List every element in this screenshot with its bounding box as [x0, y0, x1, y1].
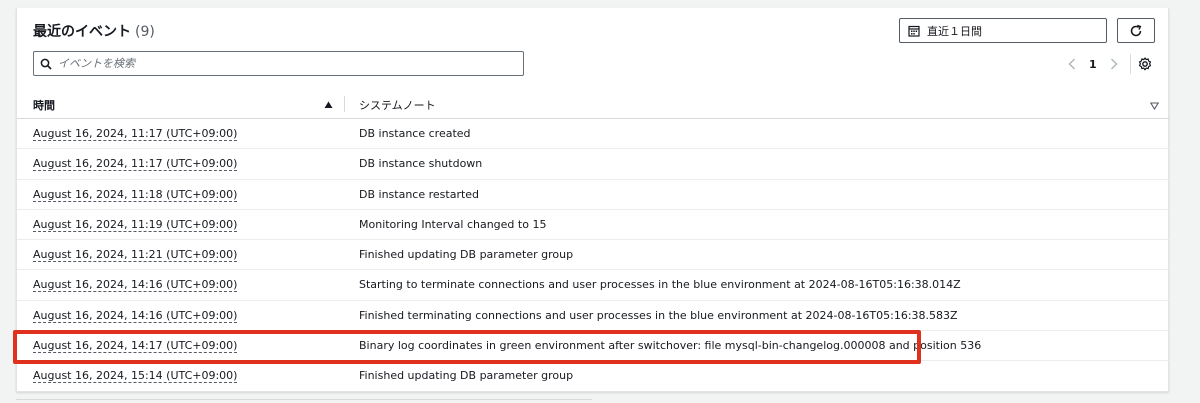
event-time[interactable]: August 16, 2024, 14:17 (UTC+09:00): [33, 339, 238, 354]
chevron-right-icon: [1110, 58, 1118, 70]
event-time[interactable]: August 16, 2024, 11:19 (UTC+09:00): [33, 218, 238, 232]
event-note: DB instance restarted: [359, 187, 480, 201]
event-time[interactable]: August 16, 2024, 11:21 (UTC+09:00): [33, 248, 238, 263]
event-note: Finished updating DB parameter group: [359, 248, 574, 262]
sort-ascending-icon[interactable]: [324, 99, 333, 112]
bottom-divider: [16, 399, 592, 400]
event-note: Finished updating DB parameter group: [359, 369, 574, 383]
event-note: Starting to terminate connections and us…: [359, 278, 961, 292]
current-page[interactable]: 1: [1089, 58, 1097, 71]
event-time[interactable]: August 16, 2024, 11:17 (UTC+09:00): [33, 157, 238, 172]
sort-descending-icon[interactable]: [1149, 100, 1160, 113]
search-input[interactable]: [58, 57, 498, 70]
table-header: 時間 システムノート: [17, 89, 1170, 119]
refresh-icon: [1130, 24, 1142, 36]
event-time[interactable]: August 16, 2024, 14:16 (UTC+09:00): [33, 278, 238, 293]
pagination: 1: [1065, 54, 1131, 74]
event-note: Binary log coordinates in green environm…: [359, 339, 982, 353]
column-divider[interactable]: [344, 96, 345, 112]
event-count: (9): [135, 24, 155, 40]
table-row: August 16, 2024, 14:16 (UTC+09:00) Finis…: [17, 301, 1170, 332]
events-table: 時間 システムノート August 16, 2024, 11:17 (UTC+0…: [17, 89, 1170, 392]
event-time[interactable]: August 16, 2024, 11:18 (UTC+09:00): [33, 188, 238, 202]
search-field[interactable]: [33, 51, 524, 76]
date-range-button[interactable]: 直近１日間: [899, 18, 1107, 43]
event-note: DB instance created: [359, 127, 471, 140]
table-row: August 16, 2024, 11:18 (UTC+09:00) DB in…: [17, 180, 1170, 210]
table-row: August 16, 2024, 14:17 (UTC+09:00) Binar…: [17, 331, 1170, 362]
event-note: DB instance shutdown: [359, 157, 483, 171]
panel-title: 最近のイベント (9): [33, 21, 155, 41]
calendar-icon: [908, 25, 920, 37]
table-row: August 16, 2024, 15:14 (UTC+09:00) Finis…: [17, 361, 1170, 391]
event-note: Finished terminating connections and use…: [359, 308, 958, 322]
event-time[interactable]: August 16, 2024, 15:14 (UTC+09:00): [33, 369, 238, 384]
column-header-time[interactable]: 時間: [33, 97, 55, 113]
previous-page-button[interactable]: [1065, 58, 1079, 70]
event-time[interactable]: August 16, 2024, 14:16 (UTC+09:00): [33, 309, 238, 323]
event-time[interactable]: August 16, 2024, 11:17 (UTC+09:00): [33, 127, 238, 141]
column-header-system-note[interactable]: システムノート: [359, 97, 436, 113]
table-row: August 16, 2024, 11:21 (UTC+09:00) Finis…: [17, 240, 1170, 271]
date-range-label: 直近１日間: [927, 24, 982, 38]
refresh-button[interactable]: [1117, 18, 1155, 43]
gear-icon: [1138, 57, 1152, 71]
table-row: August 16, 2024, 11:17 (UTC+09:00) DB in…: [17, 119, 1170, 150]
recent-events-panel: 最近のイベント(9) 直近１日間 1: [16, 8, 1170, 392]
chevron-left-icon: [1068, 58, 1075, 70]
event-note: Monitoring Interval changed to 15: [359, 217, 547, 231]
table-row: August 16, 2024, 11:19 (UTC+09:00) Monit…: [17, 210, 1170, 241]
pager-divider: [1129, 54, 1131, 74]
next-page-button[interactable]: [1107, 58, 1121, 70]
preferences-button[interactable]: [1138, 56, 1152, 75]
table-row: August 16, 2024, 14:16 (UTC+09:00) Start…: [17, 270, 1170, 301]
panel-title-text: 最近のイベント: [33, 24, 131, 40]
search-icon: [40, 58, 52, 70]
table-row: August 16, 2024, 11:17 (UTC+09:00) DB in…: [17, 149, 1170, 180]
